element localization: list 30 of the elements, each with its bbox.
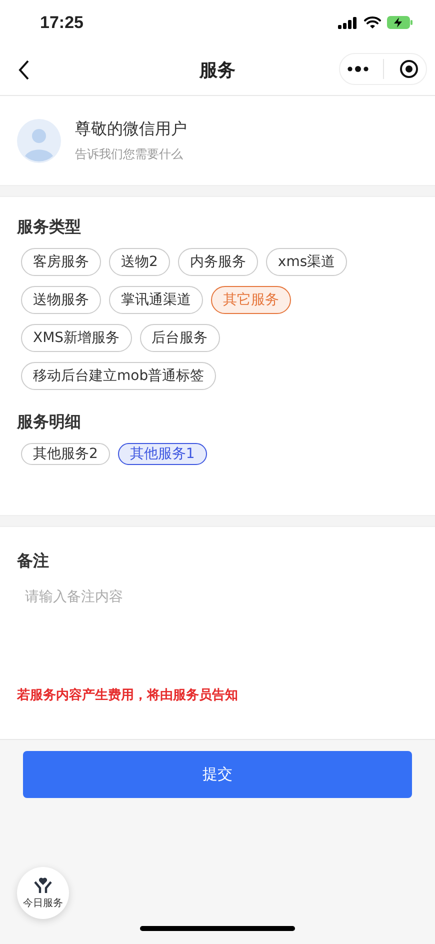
close-icon[interactable]: [398, 59, 419, 79]
section-title: 服务明细: [17, 412, 82, 433]
avatar: [17, 118, 61, 162]
service-tag[interactable]: 掌讯通渠道: [109, 286, 203, 314]
service-tag[interactable]: 其他服务1: [118, 443, 207, 465]
service-tag[interactable]: 送物2: [109, 248, 170, 276]
heart-hands-icon: [33, 876, 53, 894]
user-name: 尊敬的微信用户: [75, 118, 187, 140]
service-tag[interactable]: 送物服务: [21, 286, 101, 314]
today-service-button[interactable]: 今日服务: [17, 867, 69, 919]
section-title: 备注: [0, 527, 435, 582]
submit-button[interactable]: 提交: [23, 751, 412, 798]
signal-icon: [338, 16, 358, 28]
page-title: 服务: [200, 59, 236, 82]
service-tag[interactable]: 其他服务2: [21, 443, 110, 465]
status-time: 17:25: [40, 12, 84, 32]
section-title: 服务类型: [17, 217, 82, 238]
more-icon[interactable]: [347, 65, 370, 73]
service-tag[interactable]: 客房服务: [21, 248, 101, 276]
fee-notice: 若服务内容产生费用，将由服务员告知: [0, 678, 435, 739]
battery-icon: [387, 16, 413, 29]
service-tag[interactable]: 后台服务: [140, 324, 220, 352]
note-field[interactable]: 请输入备注内容: [0, 582, 435, 678]
back-icon[interactable]: [18, 60, 30, 80]
service-tag[interactable]: XMS新增服务: [21, 324, 132, 352]
service-tag[interactable]: 移动后台建立mob普通标签: [21, 362, 216, 390]
user-subtitle: 告诉我们您需要什么: [75, 146, 184, 162]
service-tag[interactable]: xms渠道: [266, 248, 348, 276]
service-tag[interactable]: 内务服务: [178, 248, 258, 276]
wifi-icon: [364, 16, 381, 29]
